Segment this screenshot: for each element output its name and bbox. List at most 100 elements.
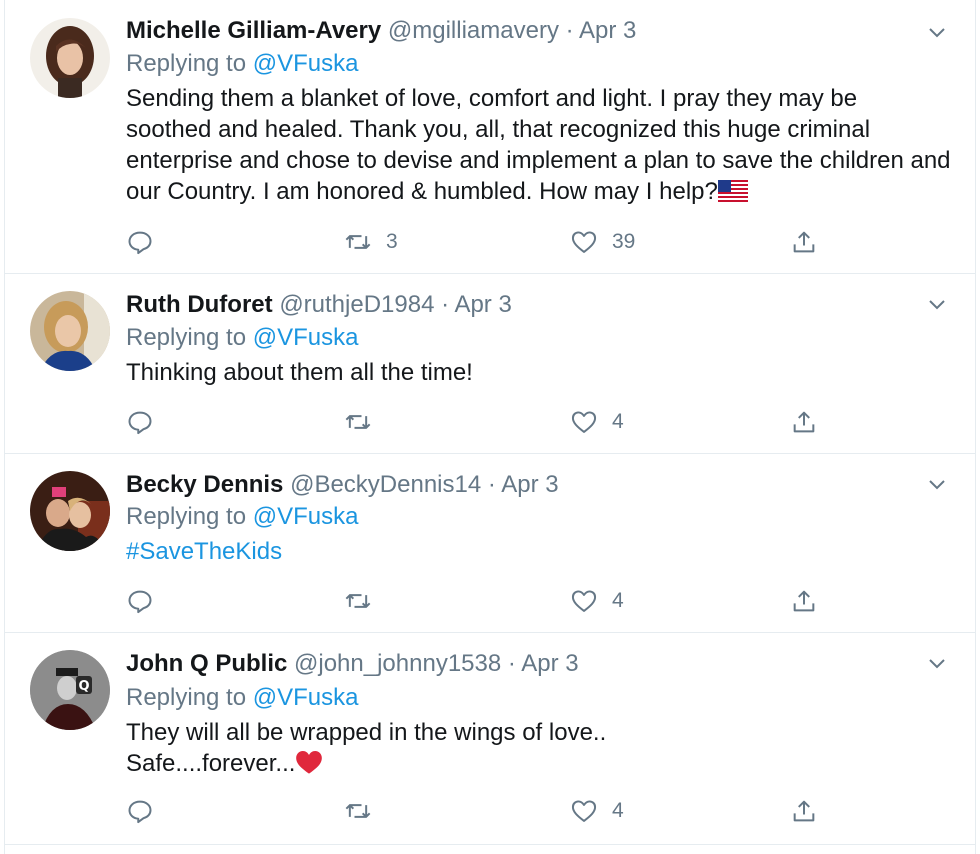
tweet-header: Becky Dennis @BeckyDennis14 · Apr 3 <box>126 470 955 500</box>
reply-button[interactable] <box>126 793 154 829</box>
hashtag-link[interactable]: #SaveTheKids <box>126 536 955 567</box>
tweet-text: They will all be wrapped in the wings of… <box>126 717 955 779</box>
reply-button[interactable] <box>126 583 154 619</box>
replying-to-label: Replying to <box>126 503 247 530</box>
separator-dot: · <box>487 471 496 498</box>
like-button[interactable]: 39 <box>570 224 635 260</box>
avatar[interactable] <box>30 291 110 371</box>
tweet[interactable]: Michelle Gilliam-Avery @mgilliamavery · … <box>5 0 975 274</box>
tweet[interactable]: Becky Dennis @BeckyDennis14 · Apr 3 Repl… <box>5 454 975 633</box>
tweet-date[interactable]: Apr 3 <box>501 471 558 498</box>
tweet-text-line: They will all be wrapped in the wings of… <box>126 719 607 746</box>
tweet-date[interactable]: Apr 3 <box>579 17 636 44</box>
replying-to: Replying to @VFuska <box>126 323 955 353</box>
retweet-button[interactable] <box>344 793 372 829</box>
tweet-text-line: Safe....forever... <box>126 748 955 779</box>
avatar-image <box>30 471 110 551</box>
like-count: 4 <box>612 799 624 822</box>
display-name[interactable]: Becky Dennis <box>126 471 283 498</box>
tweet-header: Michelle Gilliam-Avery @mgilliamavery · … <box>126 16 955 46</box>
heart-icon <box>571 411 597 433</box>
replying-to: Replying to @VFuska <box>126 502 955 532</box>
display-name[interactable]: John Q Public <box>126 650 287 677</box>
chevron-down-icon[interactable] <box>927 653 947 673</box>
like-button[interactable]: 4 <box>570 793 624 829</box>
like-button[interactable]: 4 <box>570 404 624 440</box>
avatar-image: Q <box>30 650 110 730</box>
share-icon <box>793 231 815 253</box>
replying-to-label: Replying to <box>126 324 247 351</box>
reply-icon <box>128 590 152 614</box>
display-name[interactable]: Ruth Duforet <box>126 291 273 318</box>
user-handle[interactable]: @BeckyDennis14 <box>290 471 481 498</box>
share-button[interactable] <box>790 793 818 829</box>
like-count: 39 <box>612 230 636 253</box>
replying-to-label: Replying to <box>126 50 247 77</box>
tweet-text-line: enterprise and chose to devise and imple… <box>126 147 951 174</box>
tweet[interactable]: Ruth Duforet @ruthjeD1984 · Apr 3 Replyi… <box>5 274 975 454</box>
tweet-actions: 4 <box>126 404 975 440</box>
avatar[interactable] <box>30 471 110 551</box>
tweet-text-line: Thinking about them all the time! <box>126 359 473 386</box>
retweet-button[interactable]: 3 <box>344 224 398 260</box>
heart-icon <box>571 231 597 253</box>
tweet-header: John Q Public @john_johnny1538 · Apr 3 <box>126 649 955 679</box>
like-button[interactable]: 4 <box>570 583 624 619</box>
share-button[interactable] <box>790 404 818 440</box>
share-icon <box>793 590 815 612</box>
tweet-actions: 4 <box>126 793 975 829</box>
tweet-date[interactable]: Apr 3 <box>521 650 578 677</box>
tweet-date[interactable]: Apr 3 <box>454 291 511 318</box>
replying-to: Replying to @VFuska <box>126 49 955 79</box>
heart-icon <box>571 800 597 822</box>
reply-icon <box>128 411 152 435</box>
user-handle[interactable]: @ruthjeD1984 <box>279 291 434 318</box>
share-button[interactable] <box>790 583 818 619</box>
separator-dot: · <box>441 291 450 318</box>
retweet-icon <box>345 804 371 818</box>
avatar[interactable] <box>30 18 110 98</box>
red-heart-emoji <box>296 751 323 774</box>
share-button[interactable] <box>790 224 818 260</box>
like-count: 4 <box>612 410 624 433</box>
chevron-down-icon[interactable] <box>927 22 947 42</box>
tweet-text-line: our Country. I am honored & humbled. How… <box>126 176 955 207</box>
share-icon <box>793 800 815 822</box>
replying-to-label: Replying to <box>126 684 247 711</box>
replying-to-link[interactable]: @VFuska <box>253 50 359 77</box>
us-flag-emoji <box>717 180 748 202</box>
replying-to-link[interactable]: @VFuska <box>253 684 359 711</box>
replying-to-link[interactable]: @VFuska <box>253 324 359 351</box>
tweet-actions: 4 <box>126 583 975 619</box>
display-name[interactable]: Michelle Gilliam-Avery <box>126 17 381 44</box>
reply-icon <box>128 231 152 255</box>
separator-dot: · <box>507 650 516 677</box>
tweet-actions: 3 39 <box>126 224 975 260</box>
user-handle[interactable]: @mgilliamavery <box>388 17 559 44</box>
replying-to-link[interactable]: @VFuska <box>253 503 359 530</box>
chevron-down-icon[interactable] <box>927 294 947 314</box>
retweet-count: 3 <box>386 230 398 253</box>
retweet-button[interactable] <box>344 583 372 619</box>
replying-to: Replying to @VFuska <box>126 683 955 713</box>
tweet-header: Ruth Duforet @ruthjeD1984 · Apr 3 <box>126 290 955 320</box>
retweet-icon <box>345 415 371 429</box>
reply-button[interactable] <box>126 224 154 260</box>
chevron-down-icon[interactable] <box>927 474 947 494</box>
reply-button[interactable] <box>126 404 154 440</box>
retweet-icon <box>345 235 371 249</box>
tweet[interactable]: Q John Q Public @john_johnny1538 · Apr 3… <box>5 633 975 845</box>
user-handle[interactable]: @john_johnny1538 <box>294 650 501 677</box>
share-icon <box>793 411 815 433</box>
reply-icon <box>128 800 152 824</box>
avatar[interactable]: Q <box>30 650 110 730</box>
tweet-text-line: Sending them a blanket of love, comfort … <box>126 85 858 112</box>
reply-feed: Michelle Gilliam-Avery @mgilliamavery · … <box>4 0 976 854</box>
tweet-text: Thinking about them all the time! <box>126 357 955 388</box>
avatar-image <box>30 18 110 98</box>
retweet-icon <box>345 594 371 608</box>
tweet-text: #SaveTheKids <box>126 536 955 567</box>
svg-text:Q: Q <box>78 679 89 694</box>
retweet-button[interactable] <box>344 404 372 440</box>
avatar-image <box>30 291 110 371</box>
